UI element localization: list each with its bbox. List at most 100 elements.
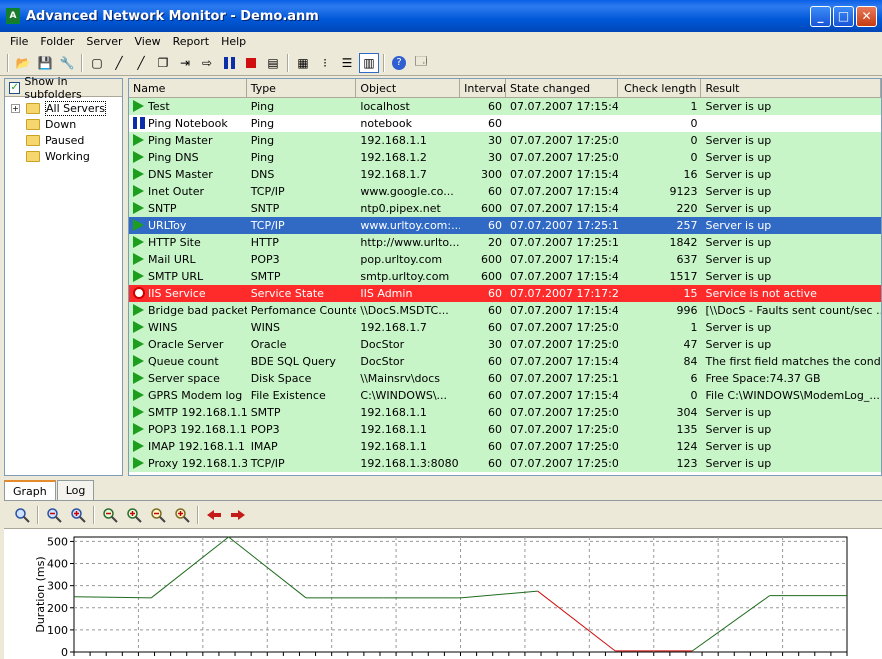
menu-file[interactable]: File (4, 35, 34, 48)
help-icon[interactable]: ? (389, 53, 409, 73)
column-header-type[interactable]: Type (247, 79, 357, 97)
zoom-in-x-icon[interactable] (68, 505, 88, 525)
edit-server-icon[interactable]: ╱ (131, 53, 151, 73)
table-row[interactable]: HTTP Site HTTP http://www.urlto... 20 07.07.… (129, 234, 881, 251)
cell-text: 30 (488, 134, 502, 147)
table-row[interactable]: Inet Outer TCP/IP www.google.co... 60 07.07.… (129, 183, 881, 200)
tab-log[interactable]: Log (56, 480, 95, 501)
tree-item-paused[interactable]: Paused (5, 132, 122, 148)
small-icons-icon[interactable]: ⁝ (315, 53, 335, 73)
cell-type: File Existence (247, 387, 357, 404)
menu-server[interactable]: Server (80, 35, 128, 48)
pause-icon[interactable] (219, 53, 239, 73)
cell-changed (506, 115, 618, 132)
scroll-right-icon[interactable] (228, 505, 248, 525)
running-status-icon (133, 270, 144, 282)
new-server-icon[interactable]: ▢ (87, 53, 107, 73)
copy-icon[interactable]: ❐ (153, 53, 173, 73)
list-icon[interactable]: ☰ (337, 53, 357, 73)
cell-text: TCP/IP (250, 457, 285, 470)
expand-icon[interactable]: + (11, 103, 20, 113)
close-button[interactable]: ✕ (856, 6, 877, 27)
move-icon[interactable]: ⇥ (175, 53, 195, 73)
cell-result: Server is up (701, 183, 881, 200)
tab-graph[interactable]: Graph (4, 480, 56, 501)
maximize-button[interactable]: □ (833, 6, 854, 27)
menu-view[interactable]: View (129, 35, 167, 48)
open-icon[interactable]: 📂 (13, 53, 33, 73)
column-header-object[interactable]: Object (356, 79, 461, 97)
running-status-icon (133, 321, 144, 333)
minimize-button[interactable]: _ (810, 6, 831, 27)
cell-changed: 07.07.2007 17:15:43 (506, 302, 618, 319)
table-row[interactable]: WINS WINS 192.168.1.7 60 07.07.2007 17:25:07… (129, 319, 881, 336)
cell-interval: 30 (460, 149, 506, 166)
cell-result: Server is up (701, 455, 881, 472)
cell-text: 60 (488, 100, 502, 113)
column-header-check-length[interactable]: Check length (618, 79, 702, 97)
properties-icon[interactable]: ▤ (263, 53, 283, 73)
zoom-in-icon[interactable] (124, 505, 144, 525)
table-row[interactable]: SNTP SNTP ntp0.pipex.net 600 07.07.2007 17:1… (129, 200, 881, 217)
settings-tools-icon[interactable]: 🔧 (57, 53, 77, 73)
zoom-out-icon[interactable] (100, 505, 120, 525)
cell-length: 220 (618, 200, 702, 217)
column-header-state-changed[interactable]: State changed (506, 79, 618, 97)
table-row[interactable]: Mail URL POP3 pop.urltoy.com 600 07.07.2007 … (129, 251, 881, 268)
about-icon[interactable]: 🗔 (411, 53, 431, 73)
stop-icon[interactable] (241, 53, 261, 73)
menu-help[interactable]: Help (215, 35, 252, 48)
table-row[interactable]: Ping Master Ping 192.168.1.1 30 07.07.2007 1… (129, 132, 881, 149)
tree-item-working[interactable]: Working (5, 148, 122, 164)
zoom-fit-icon[interactable] (12, 505, 32, 525)
table-row[interactable]: Ping DNS Ping 192.168.1.2 30 07.07.2007 17:2… (129, 149, 881, 166)
cell-object: 192.168.1.1 (356, 421, 460, 438)
title-bar[interactable]: A Advanced Network Monitor - Demo.anm _ … (0, 0, 882, 32)
table-row[interactable]: GPRS Modem log File Existence C:\WINDOWS\.… (129, 387, 881, 404)
table-row[interactable]: Ping Notebook Ping notebook 60 0 (129, 115, 881, 132)
table-row[interactable]: IIS Service Service State IIS Admin 60 07.07… (129, 285, 881, 302)
details-icon[interactable]: ▥ (359, 52, 379, 73)
column-header-result[interactable]: Result (701, 79, 881, 97)
table-row[interactable]: Oracle Server Oracle DocStor 30 07.07.2007 1… (129, 336, 881, 353)
column-header-name[interactable]: Name (129, 79, 247, 97)
cell-type: TCP/IP (247, 217, 357, 234)
table-row[interactable]: Queue count BDE SQL Query DocStor 60 07.07.2… (129, 353, 881, 370)
table-row[interactable]: SMTP 192.168.1.1 SMTP 192.168.1.1 60 07.07.2… (129, 404, 881, 421)
table-row[interactable]: Server space Disk Space \\Mainsrv\docs 60 07… (129, 370, 881, 387)
menu-folder[interactable]: Folder (34, 35, 80, 48)
table-row[interactable]: Test Ping localhost 60 07.07.2007 17:15:42 1 S… (129, 98, 881, 115)
column-header-interval[interactable]: Interval (460, 79, 506, 97)
cell-length: 9123 (618, 183, 702, 200)
zoom-out-x-icon[interactable] (44, 505, 64, 525)
large-icons-icon[interactable]: ▦ (293, 53, 313, 73)
move-to-folder-icon[interactable]: ⇨ (197, 53, 217, 73)
cell-length: 1517 (618, 268, 702, 285)
cell-text: 192.168.1.1 (360, 440, 427, 453)
menu-report[interactable]: Report (167, 35, 215, 48)
table-row[interactable]: Proxy 192.168.1.3 TCP/IP 192.168.1.3:8080 6… (129, 455, 881, 472)
cell-result: Server is up (701, 319, 881, 336)
show-subfolders-checkbox[interactable]: ✓ Show in subfolders (5, 75, 122, 101)
cell-type: DNS (247, 166, 357, 183)
tree-item-all-servers[interactable]: + All Servers (5, 100, 122, 116)
table-row[interactable]: URLToy TCP/IP www.urltoy.com:... 60 07.07.20… (129, 217, 881, 234)
cell-text: Ping (250, 134, 275, 147)
cell-text: 135 (676, 423, 698, 436)
scroll-left-icon[interactable] (204, 505, 224, 525)
table-row[interactable]: Bridge bad packets Perfomance Counter \\Do… (129, 302, 881, 319)
tree-item-down[interactable]: Down (5, 116, 122, 132)
cell-changed: 07.07.2007 17:17:29 (506, 285, 618, 302)
cell-text: 07.07.2007 17:25:13 (510, 219, 618, 232)
cell-text: WINS (250, 321, 281, 334)
table-row[interactable]: SMTP URL SMTP smtp.urltoy.com 600 07.07.2007… (129, 268, 881, 285)
table-row[interactable]: POP3 192.168.1.1 POP3 192.168.1.1 60 07.07.2… (129, 421, 881, 438)
zoom-in-y-icon[interactable] (172, 505, 192, 525)
zoom-out-y-icon[interactable] (148, 505, 168, 525)
edit-icon[interactable]: ╱ (109, 53, 129, 73)
save-icon[interactable]: 💾 (35, 53, 55, 73)
table-row[interactable]: DNS Master DNS 192.168.1.7 300 07.07.2007 17… (129, 166, 881, 183)
folder-icon (26, 118, 40, 130)
cell-text: Server is up (705, 321, 772, 334)
table-row[interactable]: IMAP 192.168.1.1 IMAP 192.168.1.1 60 07.07.2… (129, 438, 881, 455)
